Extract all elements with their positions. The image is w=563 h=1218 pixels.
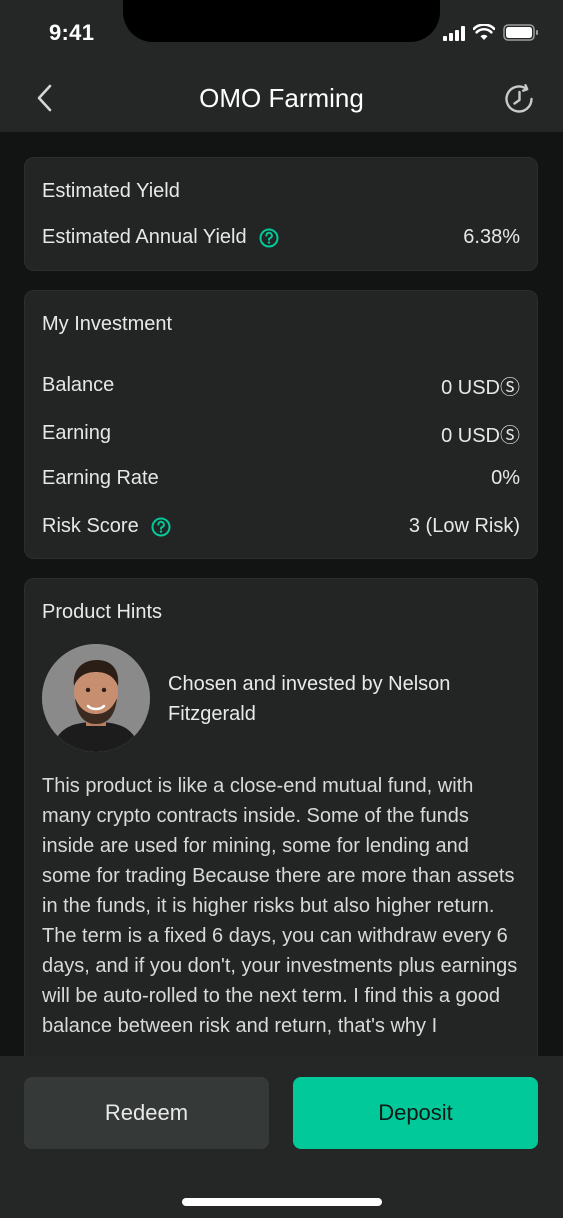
battery-icon: [503, 24, 538, 41]
estimated-annual-yield-label: Estimated Annual Yield: [42, 226, 247, 248]
my-investment-card: My Investment Balance 0 USDⓈ Earning 0 U…: [24, 290, 538, 559]
estimated-yield-card: Estimated Yield Estimated Annual Yield 6…: [24, 157, 538, 271]
product-hints-title: Product Hints: [42, 601, 163, 623]
navigation-bar: OMO Farming: [0, 64, 563, 132]
chosen-by-text: Chosen and invested by Nelson Fitzgerald: [168, 673, 451, 725]
device-notch: [123, 0, 440, 42]
status-bar: 9:41: [0, 0, 563, 64]
estimated-yield-title: Estimated Yield: [42, 180, 180, 202]
balance-value: 0 USDⓈ: [441, 377, 520, 399]
home-indicator[interactable]: [182, 1198, 382, 1206]
risk-score-row: Risk Score 3 (Low Risk): [42, 515, 520, 538]
cellular-signal-icon: [443, 25, 465, 41]
earning-label: Earning: [42, 422, 111, 444]
help-icon[interactable]: [259, 228, 279, 248]
estimated-annual-yield-row: Estimated Annual Yield 6.38%: [42, 226, 520, 249]
status-icons: [443, 24, 539, 41]
bottom-action-bar: Redeem Deposit: [0, 1056, 563, 1218]
history-clock-icon: [505, 84, 533, 113]
earning-rate-value: 0%: [491, 467, 520, 489]
balance-label: Balance: [42, 374, 115, 396]
risk-score-value: 3 (Low Risk): [408, 515, 520, 537]
product-hint-description: This product is like a close-end mutual …: [42, 775, 518, 1037]
avatar: [42, 644, 150, 752]
deposit-button[interactable]: Deposit: [293, 1077, 538, 1149]
page-title: OMO Farming: [199, 83, 364, 113]
person-portrait-icon: [42, 644, 150, 752]
wifi-icon: [473, 24, 495, 40]
balance-row: Balance 0 USDⓈ: [42, 371, 520, 400]
help-icon[interactable]: [151, 517, 171, 537]
risk-score-label: Risk Score: [42, 515, 139, 537]
product-hints-card: Product Hints Chosen and invested by Nel…: [24, 578, 538, 1098]
redeem-button[interactable]: Redeem: [24, 1077, 269, 1149]
earning-rate-row: Earning Rate 0%: [42, 467, 520, 490]
earning-rate-label: Earning Rate: [42, 467, 159, 489]
history-button[interactable]: [503, 82, 537, 116]
status-time: 9:41: [49, 20, 95, 45]
estimated-annual-yield-value: 6.38%: [463, 226, 520, 248]
my-investment-title: My Investment: [42, 313, 173, 335]
earning-value: 0 USDⓈ: [441, 425, 520, 447]
earning-row: Earning 0 USDⓈ: [42, 419, 520, 448]
